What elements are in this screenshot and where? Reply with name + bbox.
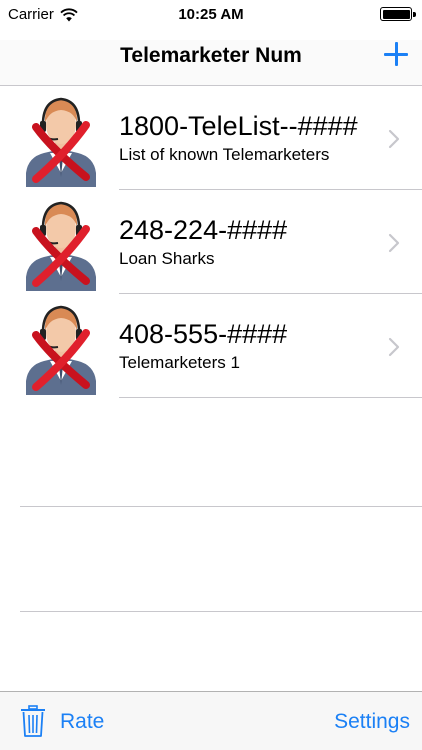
empty-row-divider [20, 506, 422, 507]
telemarketer-blocked-icon [26, 305, 96, 395]
list-item[interactable]: 248-224-#### Loan Sharks [0, 191, 422, 295]
telemarketer-blocked-icon [26, 97, 96, 187]
status-bar: Carrier 10:25 AM [0, 0, 422, 40]
row-divider [119, 189, 422, 190]
list-item[interactable]: 1800-TeleList--#### List of known Telema… [0, 87, 422, 191]
list-item-title: 408-555-#### [119, 319, 288, 349]
empty-row-divider [20, 611, 422, 612]
list-item-subtitle: List of known Telemarketers [119, 145, 330, 164]
navigation-bar: Telemarketer Num [0, 40, 422, 86]
chevron-right-icon [388, 233, 400, 253]
chevron-right-icon [388, 129, 400, 149]
bottom-toolbar: Rate Settings [0, 691, 422, 750]
status-time: 10:25 AM [178, 6, 244, 23]
rate-button[interactable]: Rate [60, 710, 104, 734]
add-button[interactable] [384, 42, 408, 66]
chevron-right-icon [388, 337, 400, 357]
telemarketer-list: 1800-TeleList--#### List of known Telema… [0, 87, 422, 399]
trash-icon[interactable] [20, 705, 46, 737]
list-item[interactable]: 408-555-#### Telemarketers 1 [0, 295, 422, 399]
list-item-subtitle: Telemarketers 1 [119, 353, 240, 372]
settings-button[interactable]: Settings [334, 710, 410, 734]
row-divider [119, 293, 422, 294]
row-divider [119, 397, 422, 398]
battery-icon [380, 7, 416, 21]
battery-level [382, 9, 410, 19]
list-item-title: 248-224-#### [119, 215, 288, 245]
telemarketer-blocked-icon [26, 201, 96, 291]
page-title: Telemarketer Num [120, 44, 302, 67]
list-item-title: 1800-TeleList--#### [119, 111, 358, 141]
list-item-subtitle: Loan Sharks [119, 249, 215, 268]
